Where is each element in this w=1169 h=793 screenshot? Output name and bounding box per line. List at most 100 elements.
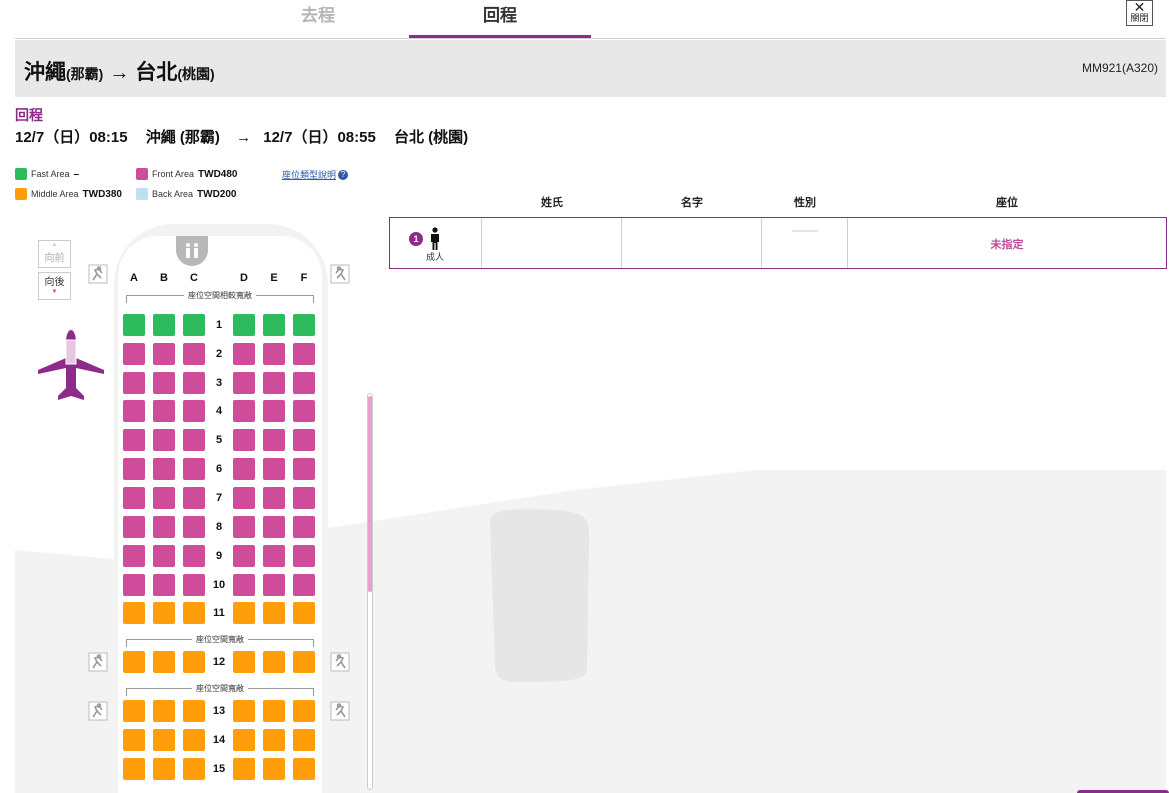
row-number: 2	[215, 348, 223, 360]
seat-15c[interactable]	[183, 758, 205, 780]
seat-7b[interactable]	[153, 487, 175, 509]
seat-12c[interactable]	[183, 651, 205, 673]
seat-14e[interactable]	[263, 729, 285, 751]
seat-12a[interactable]	[123, 651, 145, 673]
seat-4e[interactable]	[263, 400, 285, 422]
seat-8f[interactable]	[293, 516, 315, 538]
close-button[interactable]: ✕ 關閉	[1126, 0, 1153, 26]
seat-1b[interactable]	[153, 314, 175, 336]
seat-8a[interactable]	[123, 516, 145, 538]
seat-1c[interactable]	[183, 314, 205, 336]
tab-outbound[interactable]: 去程	[227, 0, 409, 39]
seat-13f[interactable]	[293, 700, 315, 722]
seat-13c[interactable]	[183, 700, 205, 722]
seat-11f[interactable]	[293, 602, 315, 624]
tab-return[interactable]: 回程	[409, 0, 591, 39]
seat-14a[interactable]	[123, 729, 145, 751]
seat-9a[interactable]	[123, 545, 145, 567]
seat-1a[interactable]	[123, 314, 145, 336]
seat-11d[interactable]	[233, 602, 255, 624]
seat-8b[interactable]	[153, 516, 175, 538]
seat-6a[interactable]	[123, 458, 145, 480]
scrollbar-thumb[interactable]	[368, 396, 372, 592]
seat-3a[interactable]	[123, 372, 145, 394]
seat-10a[interactable]	[123, 574, 145, 596]
seat-12d[interactable]	[233, 651, 255, 673]
seat-1e[interactable]	[263, 314, 285, 336]
seat-11b[interactable]	[153, 602, 175, 624]
seat-13a[interactable]	[123, 700, 145, 722]
seat-2c[interactable]	[183, 343, 205, 365]
seat-10f[interactable]	[293, 574, 315, 596]
seat-2d[interactable]	[233, 343, 255, 365]
seat-11a[interactable]	[123, 602, 145, 624]
seat-7e[interactable]	[263, 487, 285, 509]
seat-4d[interactable]	[233, 400, 255, 422]
seat-6b[interactable]	[153, 458, 175, 480]
seat-7f[interactable]	[293, 487, 315, 509]
seat-10e[interactable]	[263, 574, 285, 596]
seat-3e[interactable]	[263, 372, 285, 394]
seat-12f[interactable]	[293, 651, 315, 673]
seat-6d[interactable]	[233, 458, 255, 480]
seat-5b[interactable]	[153, 429, 175, 451]
seat-5d[interactable]	[233, 429, 255, 451]
seat-15e[interactable]	[263, 758, 285, 780]
seat-2f[interactable]	[293, 343, 315, 365]
seat-9d[interactable]	[233, 545, 255, 567]
seat-13d[interactable]	[233, 700, 255, 722]
seat-2b[interactable]	[153, 343, 175, 365]
seat-1f[interactable]	[293, 314, 315, 336]
seat-4f[interactable]	[293, 400, 315, 422]
seat-type-help-link[interactable]: 座位類型說明?	[282, 168, 349, 181]
seat-11e[interactable]	[263, 602, 285, 624]
seat-3d[interactable]	[233, 372, 255, 394]
seat-15a[interactable]	[123, 758, 145, 780]
seat-7a[interactable]	[123, 487, 145, 509]
seat-13b[interactable]	[153, 700, 175, 722]
seat-14b[interactable]	[153, 729, 175, 751]
seat-3c[interactable]	[183, 372, 205, 394]
seat-7d[interactable]	[233, 487, 255, 509]
seat-8c[interactable]	[183, 516, 205, 538]
seat-3b[interactable]	[153, 372, 175, 394]
seat-14c[interactable]	[183, 729, 205, 751]
seat-7c[interactable]	[183, 487, 205, 509]
seat-14d[interactable]	[233, 729, 255, 751]
seat-9e[interactable]	[263, 545, 285, 567]
seat-8d[interactable]	[233, 516, 255, 538]
seat-13e[interactable]	[263, 700, 285, 722]
seat-14f[interactable]	[293, 729, 315, 751]
seat-8e[interactable]	[263, 516, 285, 538]
seat-5e[interactable]	[263, 429, 285, 451]
seat-5c[interactable]	[183, 429, 205, 451]
seat-4c[interactable]	[183, 400, 205, 422]
seat-4b[interactable]	[153, 400, 175, 422]
seat-6c[interactable]	[183, 458, 205, 480]
seat-9f[interactable]	[293, 545, 315, 567]
seat-1d[interactable]	[233, 314, 255, 336]
scroll-front-button[interactable]: ▲ 向前	[38, 240, 71, 268]
seat-12b[interactable]	[153, 651, 175, 673]
seat-6f[interactable]	[293, 458, 315, 480]
seat-11c[interactable]	[183, 602, 205, 624]
seat-12e[interactable]	[263, 651, 285, 673]
seat-6e[interactable]	[263, 458, 285, 480]
seat-10d[interactable]	[233, 574, 255, 596]
seat-5f[interactable]	[293, 429, 315, 451]
seat-15b[interactable]	[153, 758, 175, 780]
seat-15d[interactable]	[233, 758, 255, 780]
seat-10b[interactable]	[153, 574, 175, 596]
help-question-icon: ?	[338, 169, 349, 180]
seat-15f[interactable]	[293, 758, 315, 780]
seat-5a[interactable]	[123, 429, 145, 451]
seat-9b[interactable]	[153, 545, 175, 567]
seat-2e[interactable]	[263, 343, 285, 365]
seat-3f[interactable]	[293, 372, 315, 394]
seat-9c[interactable]	[183, 545, 205, 567]
seat-4a[interactable]	[123, 400, 145, 422]
scroll-back-button[interactable]: 向後 ▼	[38, 272, 71, 300]
seatmap-scrollbar[interactable]	[367, 393, 373, 790]
seat-2a[interactable]	[123, 343, 145, 365]
seat-10c[interactable]	[183, 574, 205, 596]
